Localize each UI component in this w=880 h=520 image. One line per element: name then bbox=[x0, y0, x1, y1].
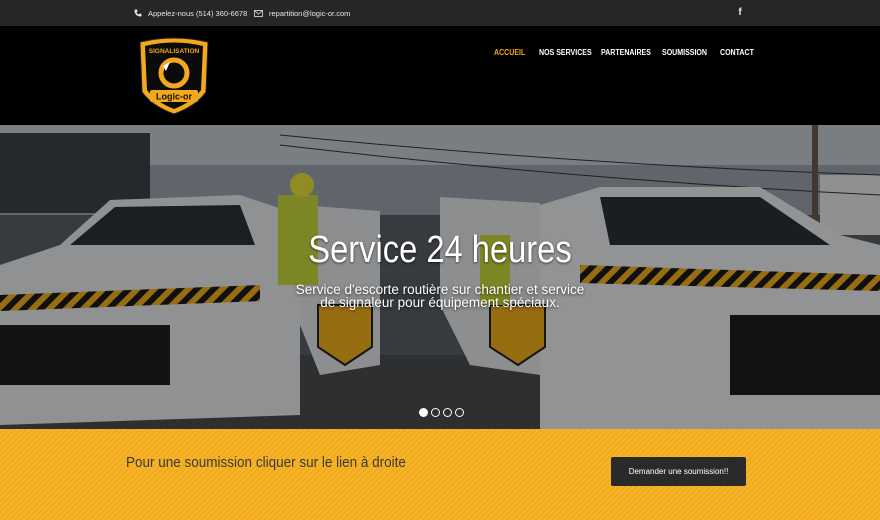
slider-dot-3[interactable] bbox=[443, 408, 452, 417]
hero-subtitle: Service d'escorte routière sur chantier … bbox=[295, 282, 585, 310]
nav-item-partenaires[interactable]: PARTENAIRES bbox=[601, 48, 651, 57]
nav-item-contact[interactable]: CONTACT bbox=[720, 48, 754, 57]
nav-item-soumission[interactable]: SOUMISSION bbox=[662, 48, 707, 57]
cta-band: Pour une soumission cliquer sur le lien … bbox=[0, 429, 880, 520]
email-contact[interactable]: repartition@logic-or.com bbox=[254, 0, 350, 26]
hero-title: Service 24 heures bbox=[308, 229, 572, 271]
main-nav: ACCUEIL NOS SERVICES PARTENAIRES SOUMISS… bbox=[0, 48, 880, 60]
hero-slider: Service 24 heures Service d'escorte rout… bbox=[0, 125, 880, 429]
facebook-icon[interactable]: f bbox=[734, 6, 746, 20]
phone-contact[interactable]: Appelez-nous (514) 360-6678 bbox=[134, 0, 247, 26]
phone-text: Appelez-nous (514) 360-6678 bbox=[148, 8, 248, 18]
envelope-icon bbox=[254, 9, 263, 17]
nav-item-nos-services[interactable]: NOS SERVICES bbox=[539, 48, 592, 57]
request-quote-button[interactable]: Demander une soumission!! bbox=[611, 457, 746, 486]
top-bar: Appelez-nous (514) 360-6678 repartition@… bbox=[0, 0, 880, 26]
site-header: SIGNALISATION Logic-or ACCUEIL NOS SERVI… bbox=[0, 26, 880, 125]
slider-dot-4[interactable] bbox=[455, 408, 464, 417]
email-text: repartition@logic-or.com bbox=[269, 8, 351, 18]
nav-item-accueil[interactable]: ACCUEIL bbox=[494, 48, 525, 57]
logo-bottom-text: Logic-or bbox=[156, 92, 192, 102]
slider-pagination bbox=[419, 408, 464, 417]
slider-dot-1[interactable] bbox=[419, 408, 428, 417]
cta-text: Pour une soumission cliquer sur le lien … bbox=[126, 454, 406, 471]
slider-dot-2[interactable] bbox=[431, 408, 440, 417]
phone-icon bbox=[134, 9, 142, 17]
